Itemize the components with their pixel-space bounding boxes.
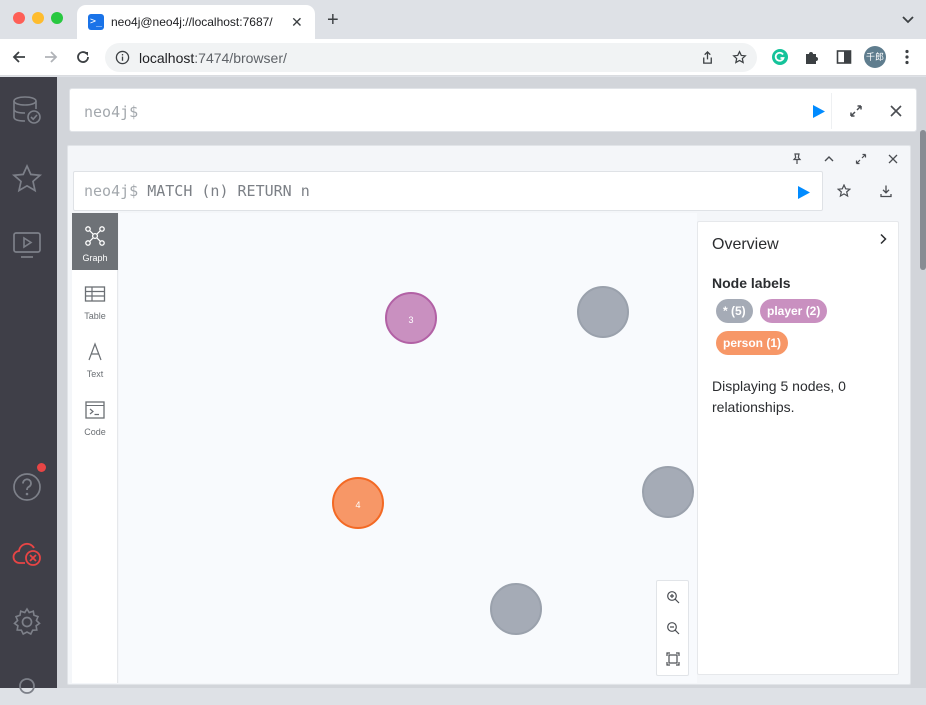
code-icon <box>85 401 105 419</box>
view-label: Text <box>86 369 104 379</box>
fit-to-screen-icon[interactable] <box>666 652 680 666</box>
close-window-button[interactable] <box>13 12 25 24</box>
graph-node[interactable]: 4 <box>332 477 384 529</box>
view-text-button[interactable]: Text <box>72 329 118 386</box>
view-graph-button[interactable]: Graph <box>72 213 118 270</box>
result-view-switcher: Graph Table Text Code <box>72 213 118 683</box>
collapse-overview-chevron-icon[interactable] <box>876 232 890 246</box>
view-code-button[interactable]: Code <box>72 387 118 444</box>
bookmark-star-icon[interactable] <box>732 50 747 65</box>
url-path: :7474/browser/ <box>194 50 287 66</box>
terminal-favicon-icon: >_ <box>88 14 104 30</box>
graph-node[interactable] <box>642 466 694 518</box>
account-icon[interactable] <box>11 673 43 705</box>
label-pill-player[interactable]: player (2) <box>760 299 828 323</box>
grammarly-extension-icon[interactable] <box>771 48 789 66</box>
graph-node[interactable] <box>577 286 629 338</box>
overview-description: Displaying 5 nodes, 0 relationships. <box>712 378 846 415</box>
url-host: localhost <box>139 50 195 66</box>
download-icon[interactable] <box>879 184 893 198</box>
save-favorite-star-icon[interactable] <box>837 184 851 198</box>
settings-gear-icon[interactable] <box>11 606 43 638</box>
cloud-disconnected-icon[interactable] <box>11 537 43 569</box>
view-label: Table <box>84 311 106 321</box>
node-labels-heading: Node labels <box>712 275 791 291</box>
url-text[interactable]: localhost:7474/browser/ <box>139 50 287 66</box>
browser-tab-bar: >_ neo4j@neo4j://localhost:7687/ ✕ + <box>0 0 926 39</box>
clear-editor-close-icon[interactable] <box>888 103 904 119</box>
pin-frame-icon[interactable] <box>791 153 803 165</box>
notification-dot <box>37 463 46 472</box>
expand-editor-icon[interactable] <box>848 103 864 119</box>
database-icon[interactable] <box>11 94 43 126</box>
guides-play-icon[interactable] <box>11 229 43 261</box>
fullscreen-window-button[interactable] <box>51 12 63 24</box>
favorites-star-icon[interactable] <box>11 163 43 195</box>
overview-panel: Overview Node labels * (5) player (2) pe… <box>697 221 899 675</box>
stream-scrollbar[interactable] <box>920 130 926 270</box>
run-query-play-icon[interactable] <box>812 104 826 119</box>
browser-toolbar: localhost:7474/browser/ 千郎 <box>0 39 926 76</box>
browser-tab[interactable]: >_ neo4j@neo4j://localhost:7687/ ✕ <box>77 5 315 39</box>
extensions-puzzle-icon[interactable] <box>803 48 821 66</box>
cypher-editor: neo4j$ <box>69 88 917 132</box>
browser-menu-icon[interactable] <box>904 49 910 65</box>
table-icon <box>84 286 106 302</box>
tab-title: neo4j@neo4j://localhost:7687/ <box>111 15 273 29</box>
fullscreen-frame-icon[interactable] <box>855 153 867 165</box>
view-label: Code <box>84 427 106 437</box>
text-icon <box>88 342 102 361</box>
share-icon[interactable] <box>700 50 715 65</box>
frame-query-line: neo4j$ MATCH (n) RETURN n <box>84 182 310 200</box>
profile-avatar[interactable]: 千郎 <box>864 46 886 68</box>
graph-icon <box>85 226 105 246</box>
view-table-button[interactable]: Table <box>72 271 118 328</box>
tab-close-icon[interactable]: ✕ <box>291 14 303 30</box>
zoom-in-icon[interactable] <box>666 590 680 604</box>
back-arrow-icon[interactable] <box>9 47 29 67</box>
frame-prompt: neo4j$ <box>84 182 139 200</box>
node-caption: 4 <box>355 500 361 510</box>
site-info-icon[interactable] <box>115 50 130 65</box>
frame-query-text[interactable]: MATCH (n) RETURN n <box>147 182 310 200</box>
cypher-editor-input[interactable]: neo4j$ <box>74 93 832 129</box>
graph-canvas[interactable]: 3 4 <box>119 213 697 683</box>
reload-icon[interactable] <box>73 47 93 67</box>
collapse-frame-chevron-icon[interactable] <box>823 153 835 165</box>
neo4j-sidebar <box>0 77 57 694</box>
node-caption: 3 <box>408 315 414 325</box>
minimize-window-button[interactable] <box>32 12 44 24</box>
forward-arrow-icon[interactable] <box>41 47 61 67</box>
rerun-query-play-icon[interactable] <box>797 185 811 200</box>
zoom-out-icon[interactable] <box>666 621 680 635</box>
overview-title: Overview <box>712 236 779 253</box>
frame-query-editor[interactable]: neo4j$ MATCH (n) RETURN n <box>73 171 823 211</box>
new-tab-button[interactable]: + <box>327 9 339 31</box>
address-bar[interactable]: localhost:7474/browser/ <box>105 43 757 72</box>
graph-node[interactable]: 3 <box>385 292 437 344</box>
label-pill-all[interactable]: * (5) <box>716 299 753 323</box>
view-label: Graph <box>82 253 108 263</box>
result-frame: neo4j$ MATCH (n) RETURN n Graph Table Te… <box>67 145 911 685</box>
editor-prompt: neo4j$ <box>84 103 139 121</box>
side-panel-icon[interactable] <box>835 48 853 66</box>
tab-search-chevron-icon[interactable] <box>900 11 916 27</box>
label-pill-person[interactable]: person (1) <box>716 331 789 355</box>
zoom-controls <box>656 580 689 676</box>
close-frame-icon[interactable] <box>887 153 899 165</box>
graph-node[interactable] <box>490 583 542 635</box>
help-question-icon[interactable] <box>11 471 43 503</box>
